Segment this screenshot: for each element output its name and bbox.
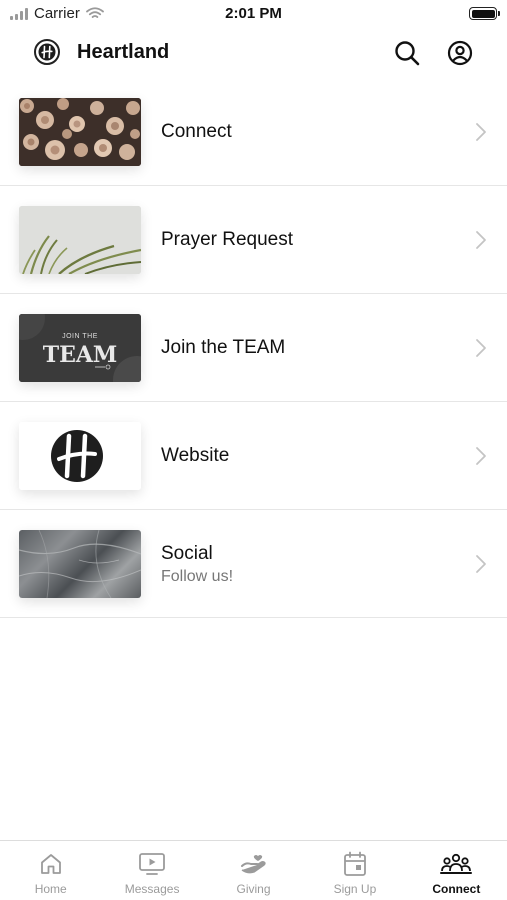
- giving-hand-icon: [240, 855, 266, 874]
- chevron-right-icon: [476, 447, 486, 465]
- list-item-website[interactable]: Website: [0, 402, 507, 510]
- tab-messages[interactable]: Messages: [101, 841, 202, 900]
- battery-icon: [469, 7, 500, 20]
- tv-play-icon: [139, 853, 166, 875]
- app-header: Heartland: [0, 28, 507, 78]
- list-item-title: Join the TEAM: [161, 337, 286, 358]
- tab-label: Home: [34, 882, 67, 896]
- tab-label: Messages: [124, 882, 180, 896]
- tab-label: Giving: [236, 882, 271, 896]
- people-icon: [440, 853, 473, 874]
- heartland-logo-icon: [34, 39, 60, 65]
- connect-list: Connect Prayer Request JOIN THE TEAM Joi…: [0, 78, 507, 618]
- status-bar: Carrier 2:01 PM: [0, 0, 507, 28]
- tab-sign-up[interactable]: Sign Up: [304, 841, 405, 900]
- list-item-text: Join the TEAM: [161, 294, 285, 402]
- tab-giving[interactable]: Giving: [203, 841, 304, 900]
- tab-connect[interactable]: Connect: [406, 841, 507, 900]
- list-item-title: Social: [161, 542, 213, 564]
- app-title: Heartland: [77, 41, 170, 63]
- chevron-right-icon: [476, 339, 486, 357]
- wood-logs-image: [19, 98, 141, 166]
- tab-label: Connect: [432, 882, 481, 896]
- list-item-subtitle: Follow us!: [161, 567, 234, 585]
- home-icon: [40, 854, 61, 874]
- list-item-text: Social Follow us!: [161, 510, 233, 618]
- tab-bar: Home Messages Giving Sign Up Connect: [0, 840, 507, 900]
- list-item-text: Connect: [161, 78, 232, 186]
- plant-leaves-image: [19, 206, 141, 274]
- tab-label: Sign Up: [333, 882, 377, 896]
- account-button[interactable]: [446, 39, 474, 67]
- chevron-right-icon: [476, 123, 486, 141]
- search-button[interactable]: [393, 39, 421, 67]
- chevron-right-icon: [476, 555, 486, 573]
- list-item-title: Prayer Request: [161, 229, 294, 250]
- list-item-title: Website: [161, 445, 230, 466]
- chevron-right-icon: [476, 231, 486, 249]
- tab-home[interactable]: Home: [0, 841, 101, 900]
- account-icon: [447, 40, 473, 66]
- list-item-social[interactable]: Social Follow us!: [0, 510, 507, 618]
- team-graphic-small-text: JOIN THE: [62, 333, 98, 340]
- list-item-join-the-team[interactable]: JOIN THE TEAM Join the TEAM: [0, 294, 507, 402]
- list-item-title: Connect: [161, 121, 232, 142]
- list-item-connect[interactable]: Connect: [0, 78, 507, 186]
- list-item-prayer-request[interactable]: Prayer Request: [0, 186, 507, 294]
- heartland-logo-image: [19, 422, 141, 490]
- marble-texture-image: [19, 530, 141, 598]
- team-graphic-big-text: TEAM: [43, 342, 118, 368]
- calendar-icon: [344, 851, 366, 876]
- list-item-text: Prayer Request: [161, 186, 293, 294]
- clock: 2:01 PM: [225, 5, 282, 22]
- search-icon: [395, 41, 420, 66]
- join-the-team-graphic: JOIN THE TEAM: [19, 314, 141, 382]
- list-item-text: Website: [161, 402, 229, 510]
